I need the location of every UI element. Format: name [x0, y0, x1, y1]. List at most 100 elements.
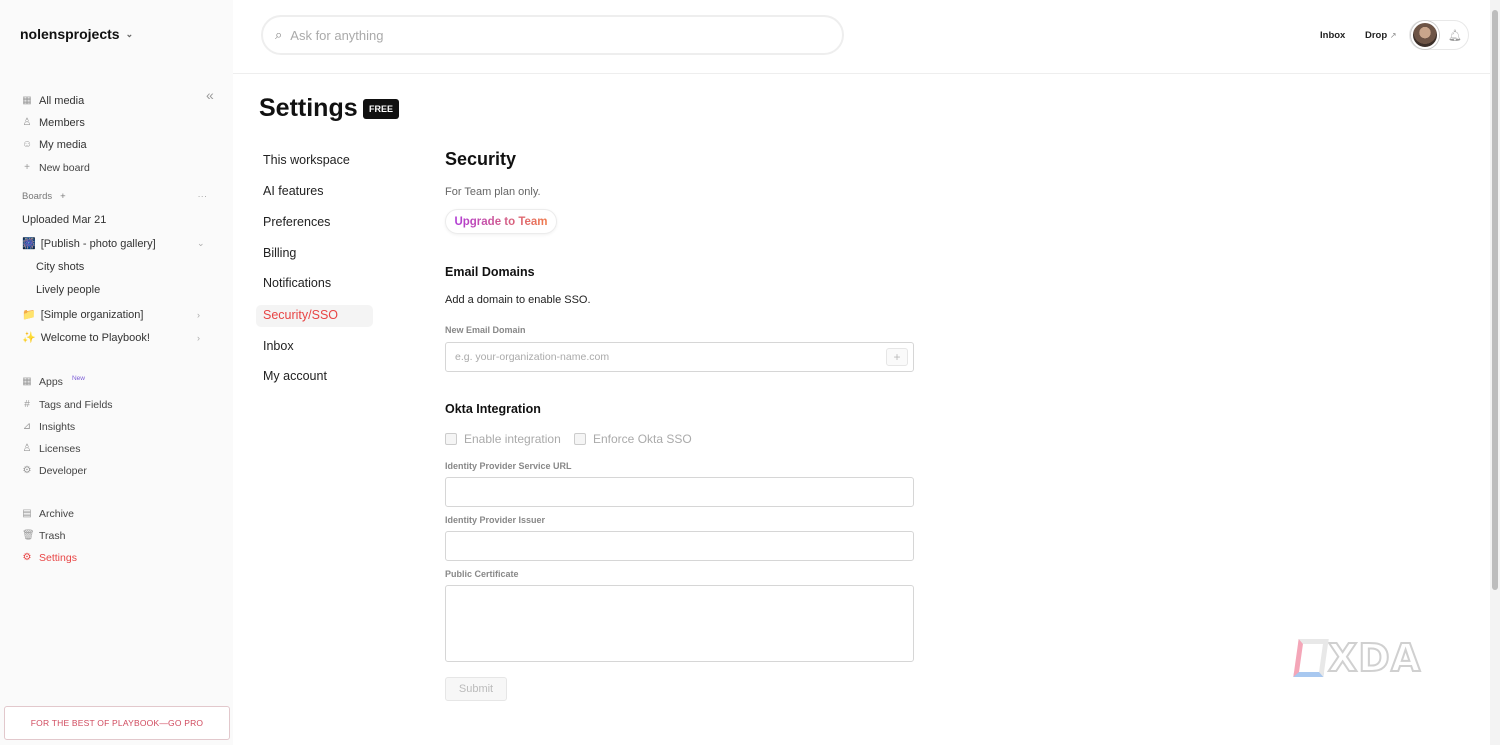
settings-nav-my-account[interactable]: My account [263, 369, 327, 383]
sidebar-item-all-media[interactable]: ▦ All media [22, 95, 84, 107]
board-label: Welcome to Playbook! [40, 331, 150, 344]
sidebar-item-label: Apps [39, 376, 63, 388]
smiley-icon: ☺ [22, 139, 33, 150]
board-welcome[interactable]: ✨ Welcome to Playbook! › [22, 331, 200, 345]
archive-icon: ▤ [22, 508, 32, 519]
sidebar-item-tags-fields[interactable]: # Tags and Fields [22, 399, 113, 411]
idp-issuer-field-wrap [445, 531, 914, 561]
sidebar-item-label: My media [39, 139, 87, 151]
sidebar-item-developer[interactable]: ⚙ Developer [22, 465, 87, 477]
checkbox-label: Enforce Okta SSO [593, 432, 692, 446]
developer-icon: ⚙ [22, 465, 32, 476]
sidebar-item-label: Developer [39, 465, 87, 477]
scrollbar-thumb[interactable] [1492, 10, 1498, 590]
add-board-icon[interactable]: + [60, 191, 66, 202]
sidebar-item-members[interactable]: ♙ Members [22, 117, 85, 129]
chevron-down-icon[interactable]: ⌄ [197, 238, 205, 249]
okta-title: Okta Integration [445, 402, 541, 416]
idp-issuer-label: Identity Provider Issuer [445, 515, 546, 525]
sidebar-item-new-board[interactable]: + New board [22, 162, 90, 174]
account-menu[interactable]: 🔔︎ [1409, 20, 1469, 50]
settings-nav-billing[interactable]: Billing [263, 246, 296, 260]
checkbox-box[interactable] [445, 433, 457, 445]
board-simple-organization[interactable]: 📁 [Simple organization] › [22, 308, 200, 322]
sidebar-item-label: Members [39, 117, 85, 129]
public-certificate-label: Public Certificate [445, 569, 519, 579]
sidebar-item-trash[interactable]: 🗑 Trash [22, 530, 65, 542]
page-title: Settings [259, 94, 358, 122]
sidebar-item-licenses[interactable]: ♙ Licenses [22, 443, 81, 455]
public-certificate-textarea[interactable] [446, 586, 913, 661]
idp-issuer-input[interactable] [446, 532, 913, 560]
drop-label: Drop [1365, 30, 1388, 41]
workspace-name: nolensprojects [20, 26, 120, 42]
person-icon: ♙ [22, 117, 32, 128]
enable-integration-checkbox[interactable]: Enable integration [445, 432, 561, 446]
sidebar-item-label: Archive [39, 508, 75, 520]
chevron-right-icon[interactable]: › [197, 310, 200, 320]
gallery-emoji-icon: 🎆 [22, 238, 36, 250]
search-input[interactable] [290, 27, 791, 43]
sidebar-item-label: Licenses [39, 443, 81, 455]
license-icon: ♙ [22, 443, 32, 454]
boards-title: Boards [22, 191, 53, 202]
email-domain-input[interactable] [446, 343, 913, 371]
search-bar[interactable]: ⌕ [261, 15, 844, 55]
email-domains-title: Email Domains [445, 265, 535, 279]
top-bar: ⌕ Inbox Drop ↗ 🔔︎ [233, 0, 1490, 74]
enforce-okta-sso-checkbox[interactable]: Enforce Okta SSO [574, 432, 692, 446]
submit-button[interactable]: Submit [445, 677, 507, 701]
folder-icon: 📁 [22, 309, 36, 321]
xda-logo-icon [1293, 639, 1329, 677]
new-email-domain-label: New Email Domain [445, 325, 526, 335]
workspace-switcher[interactable]: nolensprojects ⌄ [20, 26, 133, 42]
settings-nav-preferences[interactable]: Preferences [263, 215, 330, 229]
settings-nav-ai-features[interactable]: AI features [263, 184, 323, 198]
more-icon[interactable]: ··· [198, 191, 208, 202]
go-pro-button[interactable]: FOR THE BEST OF PLAYBOOK—GO PRO [4, 706, 230, 740]
plus-icon: + [24, 162, 30, 173]
sidebar-item-label: Tags and Fields [39, 399, 113, 411]
settings-nav-notifications[interactable]: Notifications [263, 276, 331, 290]
sidebar-item-label: All media [39, 95, 85, 107]
bell-icon[interactable]: 🔔︎ [1448, 29, 1462, 42]
security-title: Security [445, 149, 517, 169]
settings-nav-security-sso[interactable]: Security/SSO [263, 308, 338, 322]
boards-header: Boards + ··· [22, 191, 207, 202]
board-publish-gallery[interactable]: 🎆 [Publish - photo gallery] ⌄ [22, 237, 205, 251]
board-city-shots[interactable]: City shots [36, 261, 84, 273]
new-badge: New [71, 374, 85, 382]
drop-link[interactable]: Drop ↗ [1365, 30, 1397, 41]
sidebar-item-label: Insights [39, 421, 76, 433]
hash-icon: # [24, 399, 30, 410]
xda-wordmark: XDA [1327, 635, 1422, 681]
settings-nav-inbox[interactable]: Inbox [263, 339, 294, 353]
sidebar-item-insights[interactable]: ⊿ Insights [22, 421, 75, 433]
chevron-right-icon[interactable]: › [197, 333, 200, 343]
idp-url-label: Identity Provider Service URL [445, 461, 572, 471]
board-uploaded[interactable]: Uploaded Mar 21 [22, 214, 106, 226]
chart-icon: ⊿ [22, 421, 32, 432]
checkbox-box[interactable] [574, 433, 586, 445]
sidebar-item-my-media[interactable]: ☺ My media [22, 139, 87, 151]
sidebar-item-apps[interactable]: ▦ Apps New [22, 374, 85, 389]
add-domain-button[interactable]: + [886, 348, 908, 366]
board-lively-people[interactable]: Lively people [36, 284, 100, 296]
email-domains-description: Add a domain to enable SSO. [445, 294, 591, 306]
collapse-sidebar-icon[interactable]: « [206, 87, 214, 103]
board-label: City shots [36, 261, 85, 273]
idp-url-field-wrap [445, 477, 914, 507]
upgrade-to-team-button[interactable]: Upgrade to Team [445, 209, 557, 234]
idp-url-input[interactable] [446, 478, 913, 506]
avatar[interactable] [1411, 21, 1439, 49]
sidebar-item-settings[interactable]: ⚙ Settings [22, 552, 77, 564]
plan-note: For Team plan only. [445, 186, 541, 198]
board-label: [Publish - photo gallery] [40, 237, 156, 250]
sidebar-item-label: Settings [39, 552, 77, 564]
sidebar-item-archive[interactable]: ▤ Archive [22, 508, 74, 520]
xda-watermark: XDA [1293, 635, 1422, 681]
inbox-link[interactable]: Inbox [1320, 30, 1345, 41]
settings-nav-this-workspace[interactable]: This workspace [263, 153, 350, 167]
sidebar-item-label: New board [39, 162, 90, 174]
checkbox-label: Enable integration [464, 432, 561, 446]
